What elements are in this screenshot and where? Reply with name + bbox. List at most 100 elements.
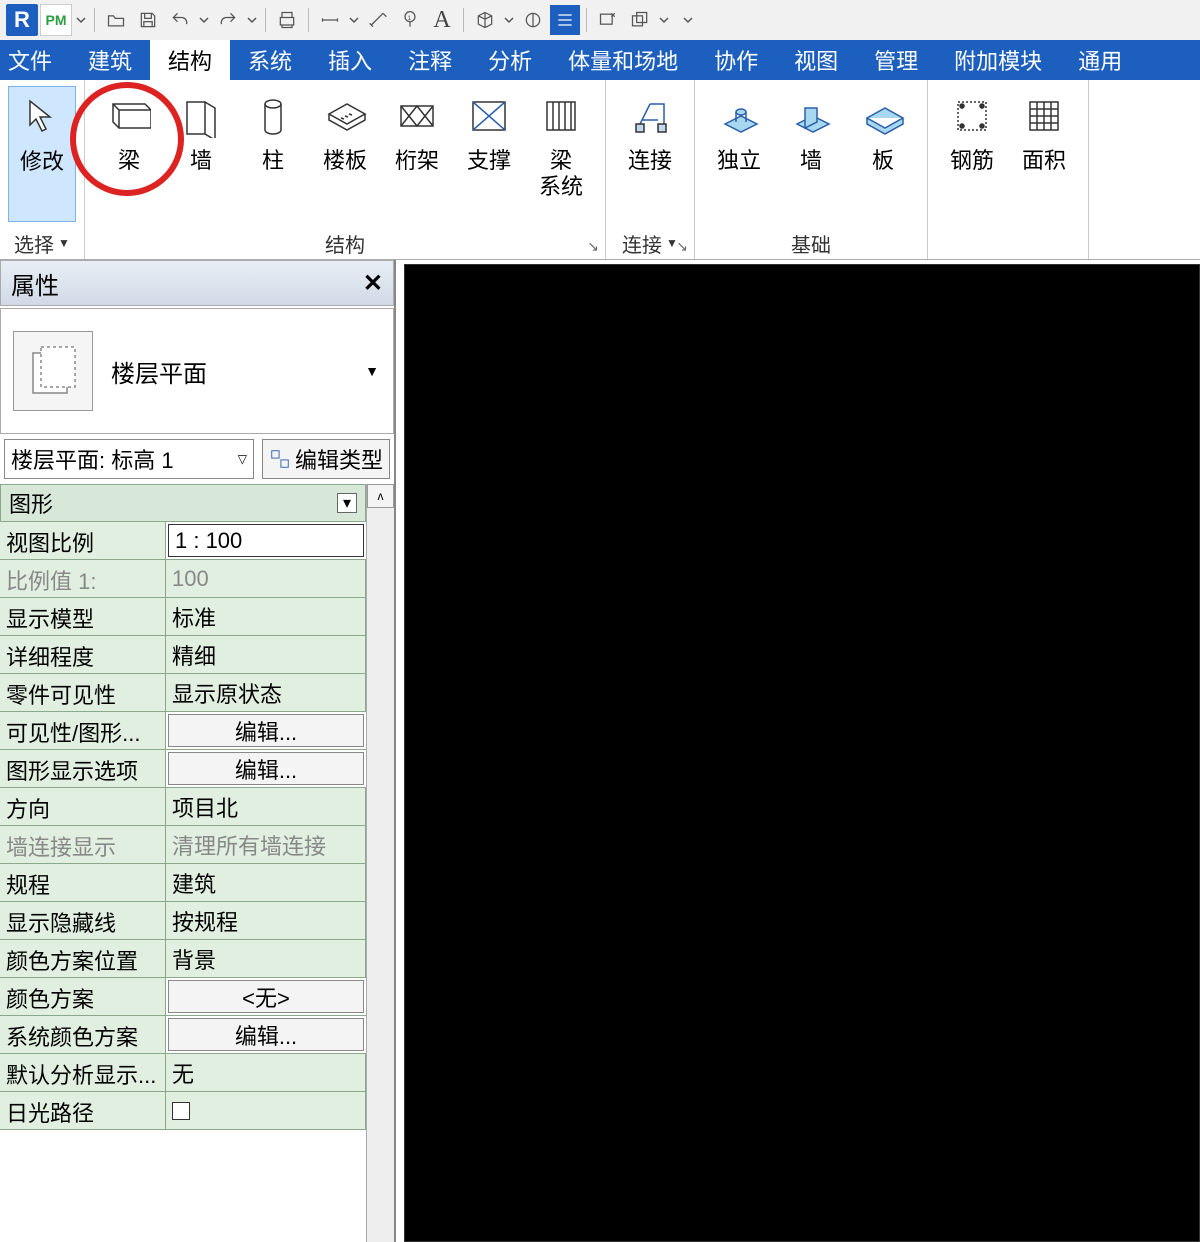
property-row: 图形显示选项编辑...	[0, 750, 366, 788]
property-key: 颜色方案位置	[0, 940, 166, 977]
property-edit-button[interactable]: 编辑...	[168, 752, 364, 785]
tab-分析[interactable]: 分析	[470, 40, 550, 80]
property-value[interactable]: 精细	[166, 636, 366, 673]
tab-file[interactable]: 文件	[0, 40, 70, 80]
quick-access-toolbar: R PM 1 A	[0, 0, 1200, 40]
ribbon-tabs: 文件 建筑结构系统插入注释分析体量和场地协作视图管理附加模块通用	[0, 40, 1200, 80]
tab-注释[interactable]: 注释	[390, 40, 470, 80]
property-edit-button[interactable]: 编辑...	[168, 1018, 364, 1051]
panel-title	[928, 227, 1088, 259]
chevron-down-icon[interactable]	[197, 5, 211, 35]
ribbon-button-修改[interactable]: 修改	[8, 86, 76, 222]
ribbon-button-梁[interactable]: 梁	[93, 86, 165, 174]
button-label: 桁架	[395, 148, 439, 174]
property-value[interactable]: 无	[166, 1054, 366, 1091]
ribbon-button-桁架[interactable]: 桁架	[381, 86, 453, 174]
wall-icon	[177, 92, 225, 140]
undo-icon[interactable]	[165, 5, 195, 35]
property-key: 可见性/图形...	[0, 712, 166, 749]
ribbon-button-支撑[interactable]: 支撑	[453, 86, 525, 174]
tag-icon[interactable]: 1	[395, 5, 425, 35]
chevron-down-icon[interactable]: ▼	[58, 236, 70, 250]
type-selector[interactable]: 楼层平面 ▼	[0, 308, 394, 434]
checkbox-icon[interactable]	[172, 1102, 190, 1120]
collapse-icon[interactable]: ▾	[337, 493, 357, 513]
tab-通用[interactable]: 通用	[1060, 40, 1140, 80]
thin-lines-icon[interactable]	[550, 5, 580, 35]
button-label: 板	[872, 148, 894, 174]
close-views-icon[interactable]	[593, 5, 623, 35]
ribbon-button-楼板[interactable]: 楼板	[309, 86, 381, 174]
ribbon-button-柱[interactable]: 柱	[237, 86, 309, 174]
property-edit-button[interactable]: <无>	[168, 980, 364, 1013]
print-icon[interactable]	[272, 5, 302, 35]
button-label: 独立	[717, 148, 761, 174]
switch-windows-icon[interactable]	[625, 5, 655, 35]
tab-附加模块[interactable]: 附加模块	[936, 40, 1060, 80]
drawing-viewport[interactable]	[404, 264, 1200, 1242]
property-value[interactable]: 项目北	[166, 788, 366, 825]
text-icon[interactable]: A	[427, 5, 457, 35]
dialog-launcher-icon[interactable]: ↘	[676, 238, 688, 255]
tab-插入[interactable]: 插入	[310, 40, 390, 80]
ribbon-button-独立[interactable]: 独立	[703, 86, 775, 174]
property-row: 视图比例1 : 100	[0, 522, 366, 560]
ribbon-button-墙[interactable]: 墙	[775, 86, 847, 174]
tab-结构[interactable]: 结构	[150, 40, 230, 80]
cursor-icon	[18, 93, 66, 141]
ribbon-button-墙[interactable]: 墙	[165, 86, 237, 174]
section-icon[interactable]	[518, 5, 548, 35]
chevron-down-icon[interactable]	[681, 5, 695, 35]
separator	[586, 8, 587, 32]
property-value[interactable]: 建筑	[166, 864, 366, 901]
scroll-up-icon[interactable]: ʌ	[367, 484, 394, 508]
property-value[interactable]	[166, 1092, 366, 1129]
measure-icon[interactable]	[315, 5, 345, 35]
property-key: 零件可见性	[0, 674, 166, 711]
tab-体量和场地[interactable]: 体量和场地	[550, 40, 696, 80]
chevron-down-icon[interactable]	[657, 5, 671, 35]
button-label: 楼板	[323, 148, 367, 174]
property-edit-button[interactable]: 编辑...	[168, 714, 364, 747]
button-label: 梁 系统	[539, 148, 583, 201]
ribbon-button-钢筋[interactable]: 钢筋	[936, 86, 1008, 174]
chevron-down-icon[interactable]	[347, 5, 361, 35]
tab-协作[interactable]: 协作	[696, 40, 776, 80]
panel-title: 连接▼↘	[606, 227, 694, 259]
property-value[interactable]: 背景	[166, 940, 366, 977]
property-key: 墙连接显示	[0, 826, 166, 863]
vertical-scrollbar[interactable]: ʌ	[366, 484, 394, 1242]
svg-text:1: 1	[408, 15, 412, 22]
ribbon-button-梁系统[interactable]: 梁 系统	[525, 86, 597, 201]
tab-视图[interactable]: 视图	[776, 40, 856, 80]
instance-combo[interactable]: 楼层平面: 标高 1 ▽	[4, 439, 254, 479]
property-value[interactable]: 1 : 100	[168, 524, 364, 557]
ribbon-button-面积[interactable]: 面积	[1008, 86, 1080, 174]
tab-建筑[interactable]: 建筑	[70, 40, 150, 80]
property-value[interactable]: 标准	[166, 598, 366, 635]
chevron-down-icon[interactable]	[245, 5, 259, 35]
property-category[interactable]: 图形 ▾	[0, 484, 366, 522]
edit-type-button[interactable]: 编辑类型	[262, 439, 390, 479]
ribbon-button-板[interactable]: 板	[847, 86, 919, 174]
dialog-launcher-icon[interactable]: ↘	[587, 238, 599, 255]
chevron-down-icon[interactable]	[502, 5, 516, 35]
property-row: 详细程度精细	[0, 636, 366, 674]
property-key: 比例值 1:	[0, 560, 166, 597]
chevron-down-icon[interactable]	[74, 5, 88, 35]
redo-icon[interactable]	[213, 5, 243, 35]
open-icon[interactable]	[101, 5, 131, 35]
pm-badge[interactable]: PM	[40, 4, 72, 36]
dimension-icon[interactable]	[363, 5, 393, 35]
property-value[interactable]: 按规程	[166, 902, 366, 939]
property-row: 零件可见性显示原状态	[0, 674, 366, 712]
tab-系统[interactable]: 系统	[230, 40, 310, 80]
property-row: 显示模型标准	[0, 598, 366, 636]
property-value[interactable]: 显示原状态	[166, 674, 366, 711]
close-icon[interactable]: ✕	[363, 269, 383, 298]
tab-管理[interactable]: 管理	[856, 40, 936, 80]
3d-view-icon[interactable]	[470, 5, 500, 35]
save-icon[interactable]	[133, 5, 163, 35]
rebar-icon	[948, 92, 996, 140]
ribbon-button-连接[interactable]: 连接	[614, 86, 686, 174]
